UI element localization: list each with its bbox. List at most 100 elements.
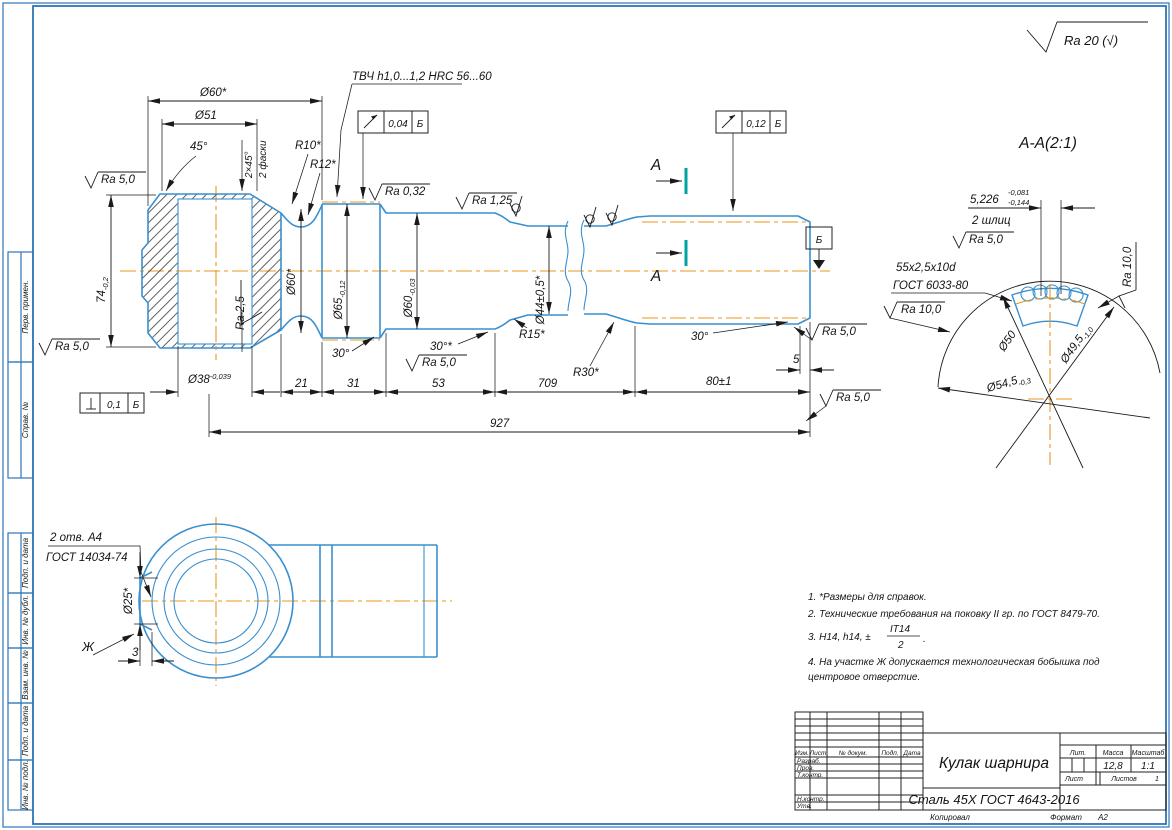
dim-dia545: Ø54,5-0,3 bbox=[985, 371, 1033, 397]
dim-chamfer-a: 2×45° bbox=[244, 151, 255, 179]
copied-label: Копировал bbox=[930, 813, 970, 822]
spline-spec-2: ГОСТ 6033-80 bbox=[893, 280, 969, 292]
ra-flag: Ra 1,25 bbox=[472, 195, 513, 207]
dim-dia495: Ø49,5-1,0 bbox=[1058, 322, 1096, 368]
col-doc: № докум. bbox=[839, 749, 868, 757]
dim-5: 5 bbox=[793, 354, 800, 366]
holes-note-1: 2 отв. А4 bbox=[49, 532, 102, 544]
section-letter-top: А bbox=[650, 157, 661, 174]
note-2: 2. Технические требования на поковку II … bbox=[807, 608, 1100, 620]
mass-value: 12,8 bbox=[1103, 761, 1123, 772]
ra-flag: Ra 0,32 bbox=[385, 186, 426, 198]
row-utv: Утв. bbox=[796, 803, 812, 810]
drawing-page: Перв. примен. Справ. № Подп. и дата Инв.… bbox=[0, 0, 1172, 830]
dim-31: 31 bbox=[347, 378, 360, 390]
frame-label-inv-dubl: Инв. № дубл. bbox=[21, 595, 30, 644]
dim-angle45: 45° bbox=[190, 141, 208, 153]
hardening-note: ТВЧ h1,0...1,2 HRC 56...60 bbox=[337, 71, 492, 197]
dim-927: 927 bbox=[490, 418, 510, 430]
section-cut-marks: А А bbox=[650, 157, 686, 285]
dim-53: 53 bbox=[432, 378, 445, 390]
row-ncontr: Н.контр. bbox=[797, 796, 825, 803]
dim-dia51: Ø51 bbox=[194, 110, 217, 122]
dim-21: 21 bbox=[294, 378, 308, 390]
frame-label-perv-primen: Перв. примен. bbox=[21, 280, 30, 333]
ra-flag: Ra 5,0 bbox=[836, 392, 870, 404]
ra-flag: Ra 5,0 bbox=[422, 357, 456, 369]
engineering-drawing: Перв. примен. Справ. № Подп. и дата Инв.… bbox=[0, 0, 1172, 830]
frame-label-podp-data-2: Подп. и дата bbox=[21, 705, 30, 756]
ra-flag: Ra 5,0 bbox=[101, 174, 135, 186]
dim-709: 709 bbox=[538, 378, 558, 390]
zone-letter: Ж bbox=[81, 639, 95, 654]
note-4a: 4. На участке Ж допускается технологичес… bbox=[808, 656, 1100, 668]
dim-spline-width-lower: -0,144 bbox=[1008, 198, 1029, 207]
dim-dia60-top: Ø60* bbox=[199, 87, 227, 99]
section-view: А-А(2:1) Ø54,5-0,3 Ø50 Ø49,5-1,0 5,226 -… bbox=[884, 135, 1160, 468]
dim-dia65: Ø65-0,12 bbox=[333, 280, 347, 321]
row-tcontr: Т.контр. bbox=[797, 772, 823, 779]
note-3-denominator: 2 bbox=[897, 640, 904, 651]
general-roughness: Ra 20 (√) bbox=[1027, 22, 1148, 52]
ra-flag: Ra 10,0 bbox=[1122, 246, 1134, 287]
runout1-value: 0,04 bbox=[388, 119, 408, 130]
main-view-dimensions: Ø60* Ø51 45° 2×45° 2 фаски R10* R12* 74-… bbox=[96, 87, 834, 437]
runout-icon bbox=[729, 115, 735, 120]
datum-triangle-icon bbox=[813, 260, 825, 269]
note-3: 3. H14, h14, ± bbox=[808, 632, 871, 643]
dim-3: 3 bbox=[132, 647, 139, 659]
dim-dia60s: Ø60-0,03 bbox=[403, 278, 417, 319]
ra-flag: Ra 10,0 bbox=[901, 304, 942, 316]
dim-30-3: 30° bbox=[691, 331, 709, 343]
note-3-suffix: . bbox=[923, 634, 926, 645]
dim-dia44: Ø44±0,5* bbox=[535, 275, 547, 325]
sheet-frame: Перв. примен. Справ. № Подп. и дата Инв.… bbox=[3, 3, 1169, 827]
note-4b: центровое отверстие. bbox=[808, 672, 920, 683]
col-izm: Изм. bbox=[795, 750, 809, 757]
runout1-datum: Б bbox=[417, 119, 424, 130]
frame-label-sprav: Справ. № bbox=[21, 401, 30, 438]
perp-datum: Б bbox=[133, 400, 140, 411]
section-title: А-А(2:1) bbox=[1018, 135, 1077, 152]
dim-spline-width: 5,226 bbox=[970, 194, 999, 206]
dim-30-1: 30° bbox=[332, 348, 350, 360]
dim-dia25: Ø25* bbox=[123, 587, 135, 615]
frame-label-vzam-inv: Взам. инв. № bbox=[21, 650, 30, 700]
scale-value: 1:1 bbox=[1141, 761, 1155, 772]
ra-flag: Ra 5,0 bbox=[55, 341, 89, 353]
general-roughness-value: Ra 20 (√) bbox=[1064, 33, 1118, 48]
runout2-datum: Б bbox=[775, 119, 782, 130]
dim-chamfer-b: 2 фаски bbox=[257, 140, 269, 179]
bottom-view: 2 отв. А4 ГОСТ 14034-74 Ø25* 3 Ж bbox=[46, 517, 452, 686]
format-value: А2 bbox=[1097, 813, 1108, 822]
dim-r15: R15* bbox=[519, 329, 545, 341]
frame-label-podp-data-1: Подп. и дата bbox=[21, 537, 30, 588]
dim-r12: R12* bbox=[310, 159, 336, 171]
row-prov: Пров. bbox=[797, 765, 814, 772]
format-label: Формат bbox=[1050, 813, 1082, 822]
col-list: Лист bbox=[809, 750, 827, 757]
dim-r10: R10* bbox=[295, 140, 321, 152]
perpendicularity-frame: 0,1 Б bbox=[80, 393, 144, 413]
dim-dia38: Ø38-0,039 bbox=[187, 372, 232, 386]
dim-dia60-neck: Ø60* bbox=[286, 268, 298, 296]
note-3-numerator: IT14 bbox=[890, 624, 910, 635]
dim-h74: 74-0,2 bbox=[96, 276, 110, 303]
col-sign: Подп. bbox=[881, 749, 898, 757]
ra-flag: Ra 5,0 bbox=[822, 326, 856, 338]
title-block: Изм. Лист № докум. Подп. Дата Разраб. Пр… bbox=[795, 712, 1166, 822]
datum-letter: Б bbox=[816, 235, 823, 246]
dim-r30: R30* bbox=[573, 367, 599, 379]
sheets-value: 1 bbox=[1155, 776, 1159, 783]
mass-label: Масса bbox=[1103, 750, 1124, 757]
perp-value: 0,1 bbox=[107, 400, 121, 411]
technical-notes: 1. *Размеры для справок. 2. Технические … bbox=[807, 592, 1100, 683]
runout-icon bbox=[371, 115, 377, 120]
ra-flag: Ra 5,0 bbox=[969, 234, 1003, 246]
lit-label: Лит. bbox=[1069, 750, 1086, 757]
runout2-value: 0,12 bbox=[746, 119, 766, 130]
spline-spec-1: 55x2,5x10d bbox=[896, 262, 956, 274]
note-1: 1. *Размеры для справок. bbox=[808, 592, 927, 603]
center-lines bbox=[120, 186, 830, 360]
sheets-label: Листов bbox=[1110, 776, 1137, 783]
